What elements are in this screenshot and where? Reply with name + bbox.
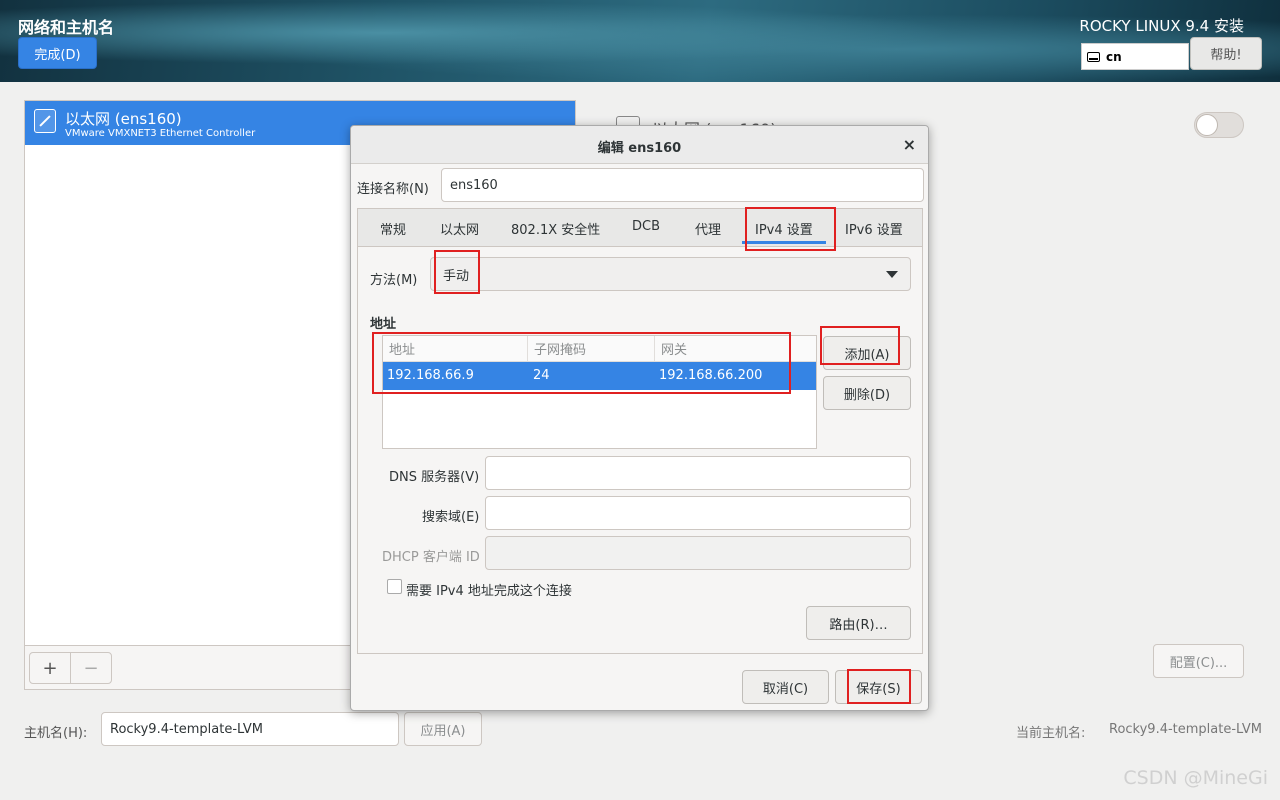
tab-ethernet[interactable]: 以太网 [440,219,479,238]
cell-netmask: 24 [533,368,550,383]
toggle-knob [1196,114,1218,136]
help-button[interactable]: 帮助! [1190,37,1262,70]
tab-general[interactable]: 常规 [380,219,406,238]
hostname-input[interactable]: Rocky9.4-template-LVM [101,712,399,746]
add-connection-button[interactable]: + [29,652,71,684]
tab-dcb[interactable]: DCB [632,219,660,234]
tab-8021x-security[interactable]: 802.1X 安全性 [511,219,600,238]
require-ipv4-checkbox[interactable] [387,579,402,594]
tab-ipv4-settings[interactable]: IPv4 设置 [755,219,813,238]
cancel-button[interactable]: 取消(C) [742,670,829,704]
method-label: 方法(M) [370,273,418,288]
column-header-address[interactable]: 地址 [383,336,528,362]
address-section-title: 地址 [370,317,397,332]
require-ipv4-label: 需要 IPv4 地址完成这个连接 [406,584,572,599]
close-icon[interactable]: × [903,135,916,154]
connection-toggle[interactable] [1194,112,1244,138]
current-hostname-value: Rocky9.4-template-LVM [1109,722,1262,737]
tab-proxy[interactable]: 代理 [695,219,721,238]
connection-name-label: 连接名称(N) [357,182,429,197]
configure-button[interactable]: 配置(C)... [1153,644,1244,678]
watermark: CSDN @MineGi [1123,767,1268,789]
dialog-title: 编辑 ens160 [597,141,682,156]
search-domain-input[interactable] [485,496,911,530]
hostname-label: 主机名(H): [24,726,88,741]
done-button[interactable]: 完成(D) [18,37,97,69]
cell-gateway: 192.168.66.200 [659,368,763,383]
dhcp-client-id-input [485,536,911,570]
keyboard-layout-indicator[interactable]: cn [1081,43,1189,70]
search-domain-label: 搜索域(E) [422,510,480,525]
connection-name-input[interactable]: ens160 [441,168,924,202]
dns-input[interactable] [485,456,911,490]
table-row[interactable]: 192.168.66.9 24 192.168.66.200 [383,362,816,390]
settings-notebook: 常规 以太网 802.1X 安全性 DCB 代理 IPv4 设置 IPv6 设置… [357,208,923,654]
connection-name: 以太网 (ens160) [65,110,182,128]
routes-button[interactable]: 路由(R)… [806,606,911,640]
address-table[interactable]: 地址 子网掩码 网关 192.168.66.9 24 192.168.66.20… [382,335,817,449]
dns-label: DNS 服务器(V) [389,470,480,485]
keyboard-layout-label: cn [1106,49,1122,64]
remove-connection-button[interactable]: − [70,652,112,684]
delete-address-button[interactable]: 删除(D) [823,376,911,410]
page-title: 网络和主机名 [18,18,115,37]
ethernet-icon [34,109,56,133]
method-value: 手动 [443,268,470,284]
edit-connection-dialog: 编辑 ens160 × 连接名称(N) ens160 常规 以太网 802.1X… [350,125,929,711]
active-tab-indicator [742,241,826,244]
dropdown-arrow-icon [886,271,898,278]
column-header-gateway[interactable]: 网关 [655,336,816,362]
dialog-header: 编辑 ens160 × [351,126,928,164]
keyboard-icon [1087,51,1100,62]
dhcp-client-id-label: DHCP 客户端 ID [382,550,480,565]
connection-description: VMware VMXNET3 Ethernet Controller [65,128,256,139]
product-title: ROCKY LINUX 9.4 安装 [1079,17,1244,35]
tab-ipv6-settings[interactable]: IPv6 设置 [845,219,903,238]
method-select[interactable]: 手动 [430,257,911,291]
cell-address: 192.168.66.9 [387,368,474,383]
add-address-button[interactable]: 添加(A) [823,336,911,370]
apply-hostname-button[interactable]: 应用(A) [404,712,482,746]
header-banner: 网络和主机名 完成(D) ROCKY LINUX 9.4 安装 cn 帮助! [0,0,1280,82]
column-header-netmask[interactable]: 子网掩码 [528,336,655,362]
save-button[interactable]: 保存(S) [835,670,922,704]
current-hostname-label: 当前主机名: [1016,726,1086,741]
tab-bar: 常规 以太网 802.1X 安全性 DCB 代理 IPv4 设置 IPv6 设置 [358,209,922,247]
